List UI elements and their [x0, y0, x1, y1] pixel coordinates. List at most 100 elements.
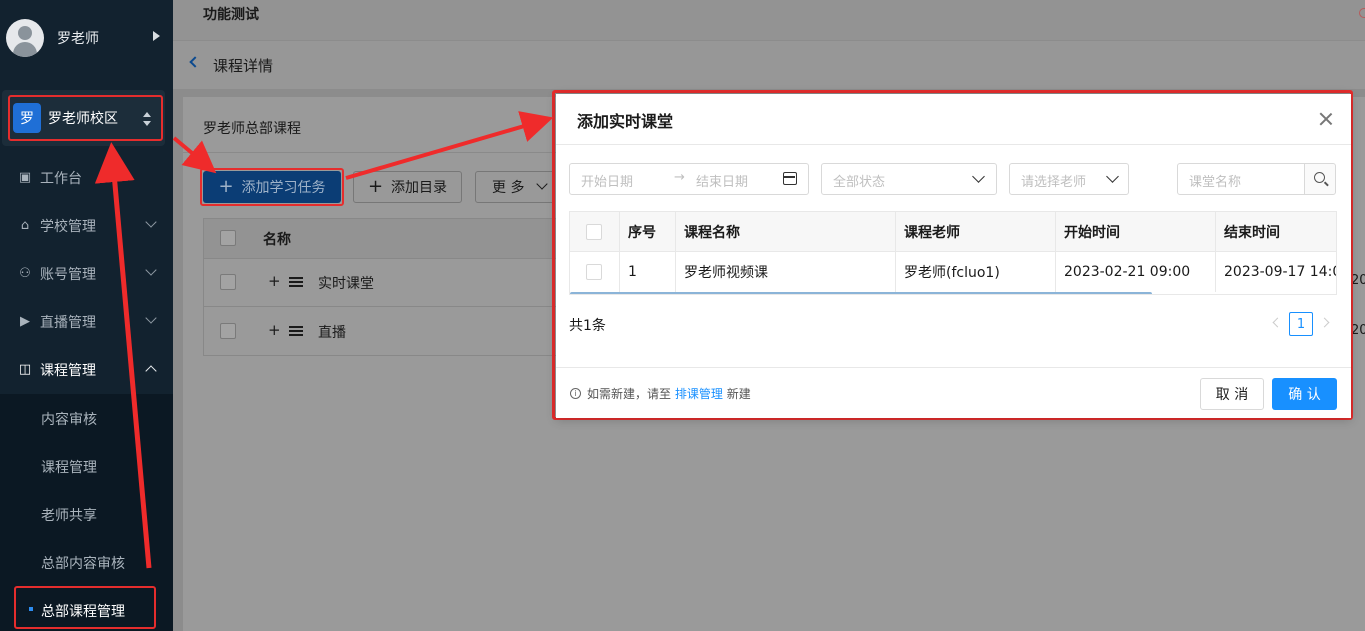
close-icon[interactable]	[1318, 111, 1334, 127]
column-end-time: 结束时间	[1216, 212, 1336, 252]
cell-start-time: 2023-02-21 09:00	[1056, 252, 1216, 292]
total-count: 共1条	[569, 318, 606, 334]
campus-highlight[interactable]: 罗 罗老师校区	[8, 95, 163, 141]
drag-handle-icon[interactable]	[289, 277, 303, 287]
footer-tip: 如需新建，请至 排课管理 新建	[587, 385, 751, 402]
column-name: 名称	[263, 232, 291, 248]
search-placeholder: 课堂名称	[1189, 175, 1242, 190]
row-select-cell	[570, 252, 620, 292]
chevron-down-icon	[536, 178, 548, 190]
breadcrumb	[173, 41, 1365, 89]
divider	[556, 367, 1351, 368]
subnav-item-hq-review[interactable]: 总部内容审核	[41, 553, 125, 573]
drag-handle-icon[interactable]	[289, 326, 303, 336]
expand-icon[interactable]: +	[268, 321, 281, 339]
peek-text: 20	[1351, 323, 1365, 338]
schedule-link[interactable]: 排课管理	[675, 387, 723, 401]
cell-course-name: 罗老师视频课	[676, 252, 896, 292]
column-index: 序号	[620, 212, 676, 252]
plus-icon: +	[367, 176, 384, 197]
cancel-button[interactable]: 取 消	[1200, 378, 1264, 410]
subnav-item-course-manage[interactable]: 课程管理	[41, 457, 97, 477]
expand-icon[interactable]: +	[268, 272, 281, 290]
nav-label: 学校管理	[40, 219, 96, 235]
dashboard-icon: ▣	[18, 170, 32, 185]
confirm-button[interactable]: 确 认	[1272, 378, 1337, 410]
subnav-item-content-review[interactable]: 内容审核	[41, 409, 97, 429]
column-course-name: 课程名称	[676, 212, 896, 252]
chevron-down-icon	[145, 216, 157, 228]
row-checkbox[interactable]	[220, 274, 236, 290]
row-checkbox[interactable]	[586, 264, 602, 280]
select-all-checkbox[interactable]	[586, 223, 602, 240]
teacher-placeholder: 请选择老师	[1021, 175, 1087, 190]
chevron-down-icon	[145, 264, 157, 276]
nav-label: 工作台	[40, 171, 82, 187]
topbar-edge-icon	[1359, 8, 1365, 18]
school-icon: ⌂	[20, 218, 30, 233]
cell-teacher: 罗老师(fcluo1)	[896, 252, 1056, 292]
page-number[interactable]: 1	[1289, 312, 1313, 336]
nav-item-live[interactable]: ▶ 直播管理	[0, 298, 173, 346]
cell-index: 1	[620, 252, 676, 292]
search-icon	[1314, 172, 1325, 183]
start-date-placeholder: 开始日期	[581, 175, 634, 190]
select-all-cell	[570, 212, 620, 252]
tip-suffix: 新建	[726, 387, 751, 401]
nav-item-school[interactable]: ⌂ 学校管理	[0, 202, 173, 250]
caret-right-icon	[153, 31, 160, 41]
tip-prefix: 如需新建，请至	[587, 387, 672, 401]
subnav-item-teacher-share[interactable]: 老师共享	[41, 505, 97, 525]
search-button[interactable]	[1304, 163, 1336, 195]
peek-text: 20	[1351, 273, 1365, 288]
status-select[interactable]: 全部状态	[821, 163, 997, 195]
date-range-picker[interactable]: 开始日期 → 结束日期	[569, 163, 809, 195]
live-icon: ▶	[20, 314, 30, 329]
horizontal-scrollbar[interactable]	[570, 292, 1152, 294]
chevron-down-icon	[972, 170, 985, 183]
sort-icon	[143, 112, 151, 126]
nav-item-courses[interactable]: ◫ 课程管理	[0, 346, 173, 394]
row-name: 实时课堂	[318, 276, 374, 292]
modal-title: 添加实时课堂	[577, 112, 674, 131]
course-title: 罗老师总部课程	[203, 121, 301, 137]
divider	[556, 144, 1351, 145]
table-header: 名称	[204, 219, 564, 259]
table-row: + 直播	[204, 308, 564, 356]
prev-page-icon[interactable]	[1272, 317, 1283, 328]
add-live-class-modal: 添加实时课堂 开始日期 → 结束日期 全部状态 请选择老师 课堂名称 序号 课程…	[556, 94, 1351, 418]
arrow-right-icon: →	[674, 170, 685, 185]
users-icon: ⚇	[19, 266, 31, 281]
nav-label: 课程管理	[40, 363, 96, 379]
add-directory-button[interactable]: + 添加目录	[353, 171, 462, 203]
info-icon: i	[570, 388, 581, 399]
teacher-select[interactable]: 请选择老师	[1009, 163, 1129, 195]
campus-badge: 罗	[13, 103, 41, 133]
next-page-icon[interactable]	[1319, 317, 1330, 328]
topbar: 功能测试	[173, 0, 1365, 40]
topbar-title: 功能测试	[203, 7, 259, 23]
sidebar: 罗老师 罗 罗老师校区 ▣ 工作台 ⌂ 学校管理 ⚇ 账号管理 ▶ 直播管理 ◫…	[0, 0, 173, 631]
class-table: 序号 课程名称 课程老师 开始时间 结束时间 1 罗老师视频课 罗老师(fclu…	[569, 211, 1337, 295]
more-button[interactable]: 更 多	[475, 171, 555, 203]
campus-name: 罗老师校区	[48, 111, 118, 127]
row-checkbox[interactable]	[220, 323, 236, 339]
hq-courses-highlight	[14, 586, 156, 629]
select-all-checkbox[interactable]	[220, 230, 236, 246]
chevron-up-icon	[145, 365, 157, 377]
more-label: 更 多	[492, 180, 525, 196]
column-start-time: 开始时间	[1056, 212, 1216, 252]
add-task-highlight	[200, 168, 344, 206]
add-dir-label: 添加目录	[391, 180, 448, 196]
class-name-input[interactable]: 课堂名称	[1177, 163, 1305, 195]
user-menu[interactable]: 罗老师	[0, 0, 173, 76]
column-teacher: 课程老师	[896, 212, 1056, 252]
nav-item-accounts[interactable]: ⚇ 账号管理	[0, 250, 173, 298]
chevron-down-icon	[145, 312, 157, 324]
task-table: 名称 + 实时课堂 + 直播	[203, 218, 564, 356]
nav-label: 直播管理	[40, 315, 96, 331]
end-date-placeholder: 结束日期	[696, 175, 749, 190]
nav-item-workbench[interactable]: ▣ 工作台	[0, 154, 173, 202]
calendar-icon	[783, 172, 797, 185]
cell-end-time: 2023-09-17 14:0	[1224, 264, 1337, 280]
